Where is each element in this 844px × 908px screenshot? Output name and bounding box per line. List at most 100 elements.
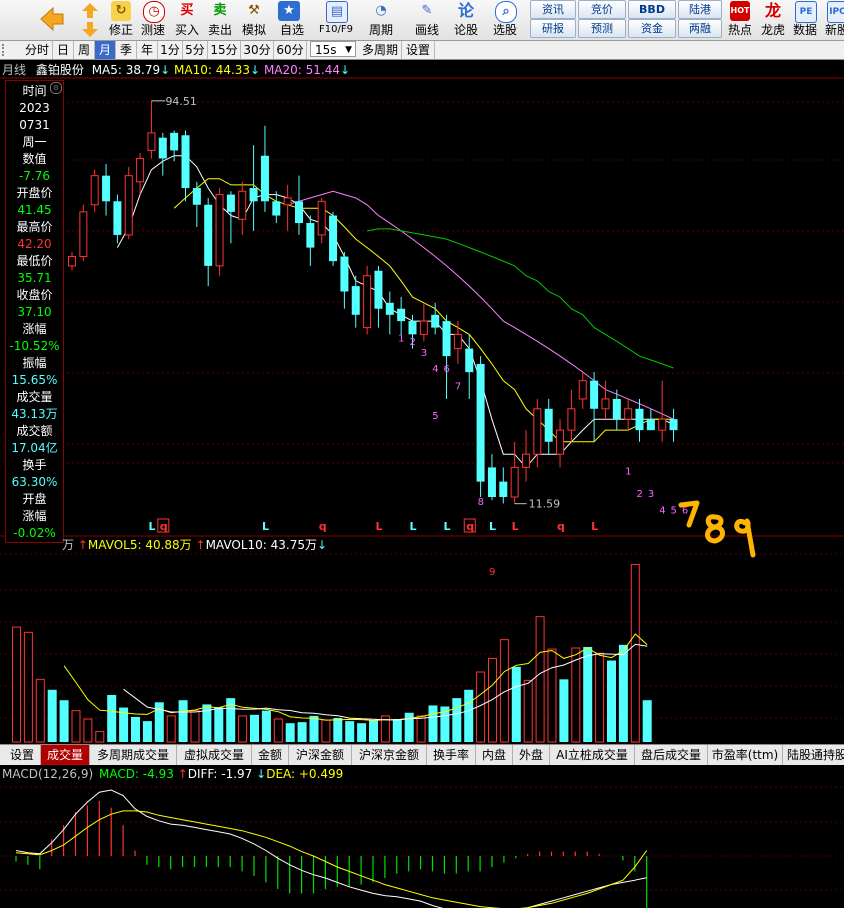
bottom-marker-10: q <box>557 520 565 533</box>
candle-39 <box>510 441 519 504</box>
volume-bar-0 <box>12 626 21 743</box>
candle-23 <box>329 211 338 266</box>
period-day[interactable]: 日 <box>53 41 74 59</box>
stock-name: 鑫铂股份 <box>35 63 84 77</box>
candle-body-18 <box>272 201 281 216</box>
ma10-line <box>173 178 674 443</box>
candle-34 <box>453 321 462 364</box>
volume-bar-6 <box>83 718 93 743</box>
volume-bar-39 <box>476 671 486 743</box>
toolbar-button-4[interactable]: 卖 卖出 <box>205 0 235 40</box>
period-15m[interactable]: 15分 <box>208 41 241 59</box>
candle-body-36 <box>476 363 485 482</box>
candle-3 <box>102 164 111 216</box>
cursor-info-panel: ⚙ 时间 2023 0731 周一 数值 -7.76 开盘价 41.45 最高价 42.20 最低价… <box>5 80 64 543</box>
small-button-4[interactable]: 研报 <box>530 19 576 38</box>
macd-dea-line <box>15 810 648 908</box>
tab-pe-ttm[interactable]: 市盈率(ttm) <box>708 745 783 765</box>
small-button-6[interactable]: 资金 <box>628 19 676 38</box>
toolbar-button-11[interactable]: ⌕ 选股 <box>486 0 524 40</box>
toolbar-button-7[interactable]: ▤ F10/F9 <box>314 0 358 40</box>
volume-bar-23 <box>285 723 295 742</box>
volume-bar-51 <box>618 644 628 742</box>
indicator-tabs: 设置 成交量 多周期成交量 虚拟成交量 金额 沪深金额 沪深京金额 换手率 内盘… <box>0 744 844 765</box>
info-row-10: 最低价 <box>16 254 53 268</box>
period-30m[interactable]: 30分 <box>241 41 274 59</box>
toolbar-button-9[interactable]: ✎ 画线 <box>408 0 446 40</box>
volume-header: 万 ↑MAVOL5: 40.88万 ↑MAVOL10: 43.75万↓ <box>62 538 327 552</box>
candle-25 <box>351 275 360 328</box>
toolbar-button-2[interactable]: ◷ 测速 <box>138 0 168 40</box>
small-button-3[interactable]: 陆港 <box>678 0 722 19</box>
period-settings[interactable]: 设置 <box>402 41 435 59</box>
period-month[interactable]: 月 <box>95 41 116 59</box>
right-button-3[interactable]: IPO 新股 <box>822 0 844 40</box>
bottom-marker-11: L <box>591 520 598 533</box>
tab-virtual-volume[interactable]: 虚拟成交量 <box>177 745 252 765</box>
toolbar-button-1[interactable]: ↻ 修正 <box>106 0 136 40</box>
period-5m[interactable]: 5分 <box>183 41 208 59</box>
period-15s-select[interactable]: 15s ▼ <box>310 41 356 57</box>
small-button-2[interactable]: BBD <box>628 0 676 19</box>
small-button-7[interactable]: 两融 <box>678 19 722 38</box>
volume-bar-47 <box>571 647 581 743</box>
candle-body-38 <box>499 481 508 498</box>
tab-outer[interactable]: 外盘 <box>513 745 550 765</box>
macd-name: MACD(12,26,9) <box>2 767 94 781</box>
volume-bar-16 <box>202 704 212 742</box>
toolbar-button-5[interactable]: ⚒ 模拟 <box>238 0 270 40</box>
back-button[interactable] <box>36 0 68 40</box>
toolbar-button-10[interactable]: 论 论股 <box>450 0 482 40</box>
bottom-marker-2: L <box>262 520 269 533</box>
right-button-1[interactable]: 龙 龙虎 <box>758 0 788 40</box>
small-button-5[interactable]: 预测 <box>578 19 626 38</box>
small-button-0[interactable]: 资讯 <box>530 0 576 19</box>
tab-after-hours[interactable]: 盘后成交量 <box>635 745 708 765</box>
toolbar-button-6[interactable]: ★ 自选 <box>272 0 312 40</box>
period-fenshi[interactable]: 分时 <box>22 41 53 59</box>
tab-settings[interactable]: 设置 <box>4 745 41 765</box>
volume-bar-11 <box>142 721 152 742</box>
toolbar-right-icon-0: HOT <box>730 1 750 21</box>
bottom-marker-4: L <box>375 520 382 533</box>
tab-multi-volume[interactable]: 多周期成交量 <box>90 745 177 765</box>
macd-diff-line <box>15 789 647 908</box>
candle-body-19 <box>283 197 292 206</box>
period-60m[interactable]: 60分 <box>274 41 307 59</box>
up-down-arrow-icon <box>80 2 100 38</box>
small-button-1[interactable]: 竞价 <box>578 0 626 19</box>
tab-hk-connect[interactable]: 陆股通持股 <box>783 745 844 765</box>
tab-volume[interactable]: 成交量 <box>41 745 90 765</box>
toolbar-button-3[interactable]: 买 买入 <box>172 0 202 40</box>
candle-7 <box>147 100 156 159</box>
tab-hs-amount[interactable]: 沪深金额 <box>289 745 352 765</box>
tab-inner[interactable]: 内盘 <box>476 745 513 765</box>
tab-hsj-amount[interactable]: 沪深京金额 <box>352 745 427 765</box>
right-button-2[interactable]: PE 数据 <box>790 0 820 40</box>
fix-button[interactable] <box>76 0 104 40</box>
tab-amount[interactable]: 金额 <box>252 745 289 765</box>
candle-body-37 <box>487 467 496 498</box>
ma5-value: MA5: 38.79 <box>91 63 161 77</box>
period-year[interactable]: 年 <box>137 41 158 59</box>
tab-turnover[interactable]: 换手率 <box>427 745 476 765</box>
volume-ma-lines <box>63 633 648 722</box>
period-1m[interactable]: 1分 <box>158 41 183 59</box>
candle-13 <box>215 188 224 276</box>
candle-body-35 <box>465 348 474 373</box>
period-multi[interactable]: 多周期 <box>359 41 402 59</box>
candle-44 <box>567 389 576 442</box>
period-season[interactable]: 季 <box>116 41 137 59</box>
period-week[interactable]: 周 <box>74 41 95 59</box>
candle-body-21 <box>306 223 315 248</box>
macd-value: MACD: -4.93 <box>98 767 174 781</box>
candle-6 <box>136 153 145 195</box>
tab-ai-volume[interactable]: AI立桩成交量 <box>550 745 635 765</box>
volume-bar-33 <box>404 712 414 742</box>
toolbar-button-8[interactable]: ◔ 周期 <box>362 0 400 40</box>
volume-bar-7 <box>95 731 105 743</box>
right-button-0[interactable]: HOT 热点 <box>724 0 756 40</box>
marker-box-1 <box>157 518 170 533</box>
candle-38 <box>499 467 508 504</box>
price-chart-header: 月线 鑫铂股份 MA5: 38.79↓ MA10: 44.33↓ MA20: 5… <box>2 63 350 77</box>
